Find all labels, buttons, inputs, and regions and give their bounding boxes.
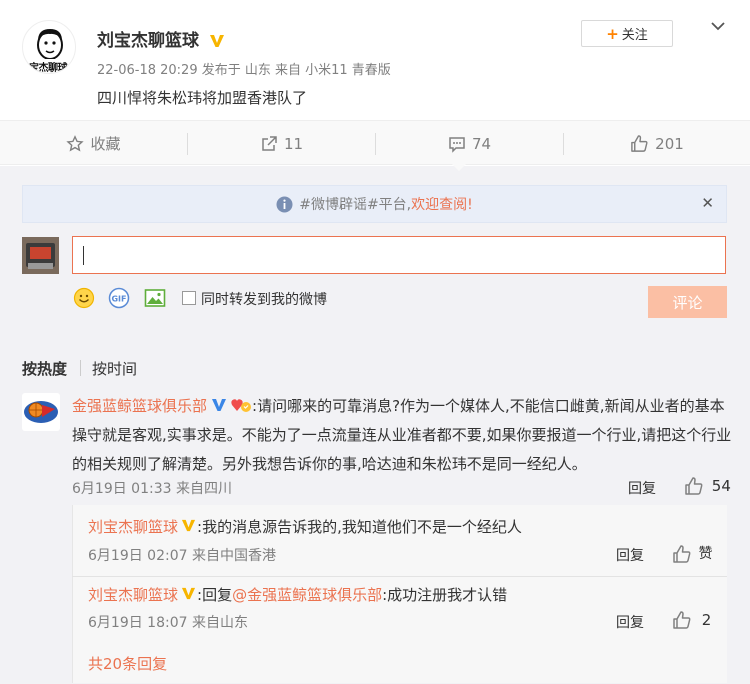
repost-checkbox-label[interactable]: 同时转发到我的微博 bbox=[201, 289, 327, 309]
chevron-down-icon[interactable] bbox=[709, 17, 727, 35]
tab-sort-hot[interactable]: 按热度 bbox=[22, 358, 67, 379]
thumbs-up-icon bbox=[673, 611, 691, 629]
reply-like-button[interactable]: 赞 bbox=[672, 543, 712, 564]
image-icon[interactable] bbox=[144, 287, 166, 309]
club-logo-icon bbox=[22, 393, 60, 431]
avatar[interactable]: 宝杰聊球 bbox=[22, 20, 76, 74]
notice-link[interactable]: 欢迎查阅! bbox=[411, 194, 473, 214]
reply-item: 刘宝杰聊篮球 :我的消息源告诉我的,我知道他们不是一个经纪人 bbox=[88, 516, 522, 537]
reply-text: :我的消息源告诉我的,我知道他们不是一个经纪人 bbox=[197, 518, 522, 536]
comment-avatar[interactable] bbox=[22, 393, 60, 431]
comment-reply-button[interactable]: 回复 bbox=[628, 478, 656, 498]
post-text: 四川悍将朱松玮将加盟香港队了 bbox=[97, 89, 308, 107]
more-replies-link[interactable]: 共20条回复 bbox=[88, 653, 167, 674]
follow-label: 关注 bbox=[621, 28, 648, 43]
verified-v-icon bbox=[209, 35, 224, 47]
comment-icon bbox=[449, 136, 465, 153]
reply-divider bbox=[72, 576, 727, 577]
text-cursor bbox=[83, 246, 84, 265]
comment-button[interactable]: 74 bbox=[376, 121, 563, 166]
follow-button[interactable]: + 关注 bbox=[581, 20, 673, 47]
favorite-button[interactable]: 收藏 bbox=[0, 121, 187, 166]
reply-reply-button[interactable]: 回复 bbox=[616, 545, 644, 565]
info-icon bbox=[276, 196, 293, 212]
caret-pointer bbox=[452, 164, 466, 171]
post-author[interactable]: 刘宝杰聊篮球 bbox=[97, 26, 225, 51]
submit-comment-button[interactable]: 评论 bbox=[648, 286, 727, 318]
reply-reply-button[interactable]: 回复 bbox=[616, 612, 644, 632]
tab-sort-time[interactable]: 按时间 bbox=[92, 358, 137, 379]
thumbs-up-icon bbox=[685, 477, 703, 495]
thumbs-up-icon bbox=[631, 135, 648, 152]
thumbs-up-icon bbox=[673, 545, 691, 563]
sort-divider bbox=[80, 360, 81, 376]
comment-like-count: 54 bbox=[711, 476, 731, 495]
repost-checkbox[interactable] bbox=[182, 291, 196, 305]
reply-meta: 6月19日 18:07 来自山东 bbox=[88, 615, 248, 631]
verified-v-icon bbox=[181, 587, 196, 600]
like-count: 201 bbox=[655, 134, 684, 153]
star-icon bbox=[66, 134, 85, 151]
gif-icon[interactable]: GIF bbox=[108, 287, 130, 309]
close-icon[interactable]: ✕ bbox=[701, 194, 714, 212]
favorite-label: 收藏 bbox=[90, 135, 121, 153]
reply-item: 刘宝杰聊篮球 :回复@金强蓝鲸篮球俱乐部:成功注册我才认错 bbox=[88, 584, 507, 605]
reply-author[interactable]: 刘宝杰聊篮球 bbox=[88, 586, 178, 604]
notice-text: #微博辟谣#平台, bbox=[299, 197, 412, 213]
repost-count: 11 bbox=[283, 134, 304, 153]
reply-like-button[interactable]: 2 bbox=[672, 610, 711, 630]
reply-like-label: 赞 bbox=[698, 546, 713, 562]
reply-text: :成功注册我才认错 bbox=[382, 586, 508, 604]
comment-body: 金强蓝鲸篮球俱乐部:请问哪来的可靠消息?作为一个媒体人,不能信口雌黄,新闻从业者… bbox=[72, 392, 732, 479]
post-meta: 22-06-18 20:29 发布于 山东 来自 小米11 青春版 bbox=[97, 63, 391, 78]
comment-input[interactable] bbox=[72, 236, 726, 274]
reply-like-count: 2 bbox=[701, 610, 712, 629]
avatar-logo-text: 宝杰聊球 bbox=[29, 63, 68, 74]
share-icon bbox=[262, 135, 277, 151]
repost-button[interactable]: 11 bbox=[188, 121, 375, 166]
comment-author[interactable]: 金强蓝鲸篮球俱乐部 bbox=[72, 397, 207, 415]
action-bar: 收藏 11 74 201 bbox=[0, 120, 750, 165]
fan-badge-icon bbox=[231, 399, 252, 412]
reply-mention-link[interactable]: @金强蓝鲸篮球俱乐部 bbox=[232, 586, 382, 604]
verified-v-blue-icon bbox=[212, 399, 227, 411]
comment-meta: 6月19日 01:33 来自四川 bbox=[72, 481, 232, 497]
reply-author[interactable]: 刘宝杰聊篮球 bbox=[88, 518, 178, 536]
comment-like-button[interactable]: 54 bbox=[684, 476, 731, 496]
my-avatar[interactable] bbox=[22, 237, 59, 274]
reply-prefix: :回复 bbox=[197, 586, 233, 604]
verified-v-icon bbox=[181, 519, 196, 532]
post-author-name[interactable]: 刘宝杰聊篮球 bbox=[97, 31, 199, 51]
reply-meta: 6月19日 02:07 来自中国香港 bbox=[88, 548, 276, 564]
comment-count: 74 bbox=[471, 134, 492, 153]
emoji-icon[interactable] bbox=[73, 287, 95, 309]
like-button[interactable]: 201 bbox=[564, 121, 750, 166]
plus-icon: + bbox=[606, 24, 619, 43]
svg-text:GIF: GIF bbox=[111, 295, 126, 304]
rumor-notice-banner: #微博辟谣#平台, 欢迎查阅! ✕ bbox=[22, 185, 727, 223]
avatar-image-icon bbox=[22, 237, 59, 274]
